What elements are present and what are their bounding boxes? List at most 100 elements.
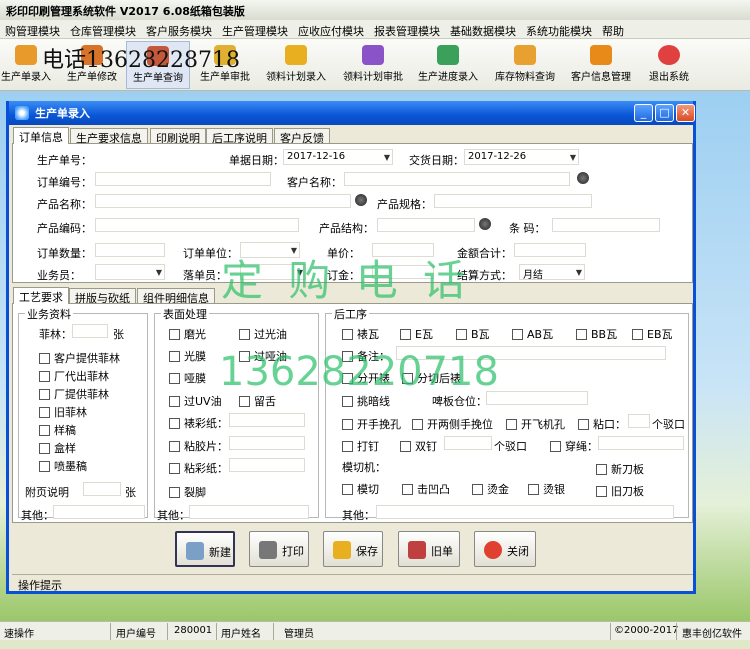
check-matte-film[interactable]: 哑膜 [169,370,206,386]
menu-item-reports[interactable]: 报表管理模块 [369,20,445,38]
toolbar-customer-button[interactable]: 客户信息管理 [565,41,637,89]
business-other-input[interactable] [53,505,145,519]
check-factory-out-film[interactable]: 厂代出菲林 [39,368,109,384]
settle-select[interactable]: 月结 ▼ [519,264,585,281]
product-picker-icon[interactable] [355,194,367,206]
surface-other-input[interactable] [189,505,309,519]
menu-item-system[interactable]: 系统功能模块 [521,20,597,38]
rope-input[interactable] [598,436,684,450]
date-picker[interactable]: 2017-12-16 ▼ [283,149,393,165]
new-button[interactable]: 新建 [175,531,235,567]
check-factory-film[interactable]: 厂提供菲林 [39,386,109,402]
check-uv[interactable]: 过UV油 [169,393,222,409]
check-emboss[interactable]: 击凹凸 [402,481,450,497]
check-tongue[interactable]: 留舌 [239,393,276,409]
check-staple[interactable]: 打钉 [342,438,379,454]
struct-picker-icon[interactable] [479,218,491,230]
check-crack-foot[interactable]: 裂脚 [169,484,206,500]
staple-count-input[interactable] [444,436,492,450]
maximize-button[interactable]: □ [655,104,674,122]
check-double-staple[interactable]: 双钉 [400,438,437,454]
save-icon [333,541,351,559]
check-mount-corrugated[interactable]: 裱瓦 [342,326,379,342]
subtab-components[interactable]: 组件明细信息 [137,288,215,305]
toolbar-progress-button[interactable]: 生产进度录入 [412,41,484,89]
toolbar-material-plan-button[interactable]: 领料计划录入 [260,41,332,89]
film-input[interactable] [72,324,108,338]
product-code-input[interactable] [95,218,299,232]
menu-item-warehouse[interactable]: 仓库管理模块 [65,20,141,38]
subtab-craft[interactable]: 工艺要求 [13,287,69,304]
status-user-no: 280001 [174,625,213,636]
tab-order-info[interactable]: 订单信息 [13,127,69,144]
tab-post-process[interactable]: 后工序说明 [206,128,273,145]
barcode-input[interactable] [552,218,660,232]
check-gold-foil[interactable]: 烫金 [472,481,509,497]
menu-item-purchase[interactable]: 购管理模块 [0,20,65,38]
check-plane-hole[interactable]: 开飞机孔 [506,416,565,432]
position-input[interactable] [486,391,588,405]
check-polish[interactable]: 磨光 [169,326,206,342]
salesman-select[interactable]: ▼ [95,264,165,280]
check-e-flute[interactable]: E瓦 [400,326,433,342]
check-new-die[interactable]: 新刀板 [596,461,644,477]
glue-flap-input[interactable] [628,414,650,428]
toolbar-exit-button[interactable]: 退出系统 [640,41,698,89]
close-button[interactable]: 关闭 [474,531,536,567]
toolbar-stock-button[interactable]: 库存物料查询 [489,41,561,89]
check-b-flute[interactable]: B瓦 [456,326,490,342]
check-old-die[interactable]: 旧刀板 [596,483,644,499]
tab-print-notes[interactable]: 印刷说明 [150,128,206,145]
check-handle-hole[interactable]: 开手挽孔 [342,416,401,432]
window-close-button[interactable]: ✕ [676,104,695,122]
menu-item-production[interactable]: 生产管理模块 [217,20,293,38]
check-customer-film[interactable]: 客户提供菲林 [39,350,120,366]
check-gloss-film[interactable]: 光膜 [169,348,206,364]
check-hidden-line[interactable]: 挑暗线 [342,393,390,409]
post-other-input[interactable] [376,505,674,519]
order-code-input[interactable] [95,172,271,186]
check-ab-flute[interactable]: AB瓦 [512,326,553,342]
old-order-button[interactable]: 旧单 [398,531,460,567]
menu-item-help[interactable]: 帮助 [597,20,629,38]
check-film-sheet[interactable]: 粘胶片： [169,438,228,454]
minimize-button[interactable]: _ [634,104,653,122]
color-paper-input[interactable] [229,413,305,427]
check-die-cut[interactable]: 模切 [342,481,379,497]
check-inkjet[interactable]: 喷墨稿 [39,458,87,474]
product-name-input[interactable] [95,194,351,208]
stick-paper-input[interactable] [229,458,305,472]
check-rope[interactable]: 穿绳： [550,438,598,454]
subtab-imposition[interactable]: 拼版与砍纸 [69,288,136,305]
check-old-film[interactable]: 旧菲林 [39,404,87,420]
tab-production-requirements[interactable]: 生产要求信息 [70,128,148,145]
print-button[interactable]: 打印 [249,531,309,567]
product-struct-input[interactable] [377,218,475,232]
delivery-date-picker[interactable]: 2017-12-26 ▼ [464,149,579,165]
film-sheet-input[interactable] [229,436,305,450]
check-silver-foil[interactable]: 烫银 [528,481,565,497]
customer-picker-icon[interactable] [577,172,589,184]
check-eb-flute[interactable]: EB瓦 [632,326,673,342]
menu-item-basic-data[interactable]: 基础数据模块 [445,20,521,38]
order-no-label: 生产单号： [37,154,92,167]
check-color-paper[interactable]: 裱彩纸： [169,415,228,431]
attach-input[interactable] [83,482,121,496]
check-side-handle[interactable]: 开两侧手挽位 [412,416,493,432]
customer-input[interactable] [344,172,570,186]
amount-input[interactable] [514,243,586,257]
menu-item-receivables[interactable]: 应收应付模块 [293,20,369,38]
check-box-sample[interactable]: 盒样 [39,440,76,456]
check-bb-flute[interactable]: BB瓦 [576,326,617,342]
menu-item-customer-service[interactable]: 客户服务模块 [141,20,217,38]
product-spec-input[interactable] [434,194,592,208]
check-glue-flap[interactable]: 粘口： [578,416,626,432]
qty-input[interactable] [95,243,165,257]
surface-group-title: 表面处理 [161,306,209,322]
toolbar-plan-approve-button[interactable]: 领料计划审批 [337,41,409,89]
check-gloss-oil[interactable]: 过光油 [239,326,287,342]
tab-feedback[interactable]: 客户反馈 [274,128,330,145]
check-stick-paper[interactable]: 粘彩纸： [169,460,228,476]
save-button[interactable]: 保存 [323,531,383,567]
check-sample[interactable]: 样稿 [39,422,76,438]
